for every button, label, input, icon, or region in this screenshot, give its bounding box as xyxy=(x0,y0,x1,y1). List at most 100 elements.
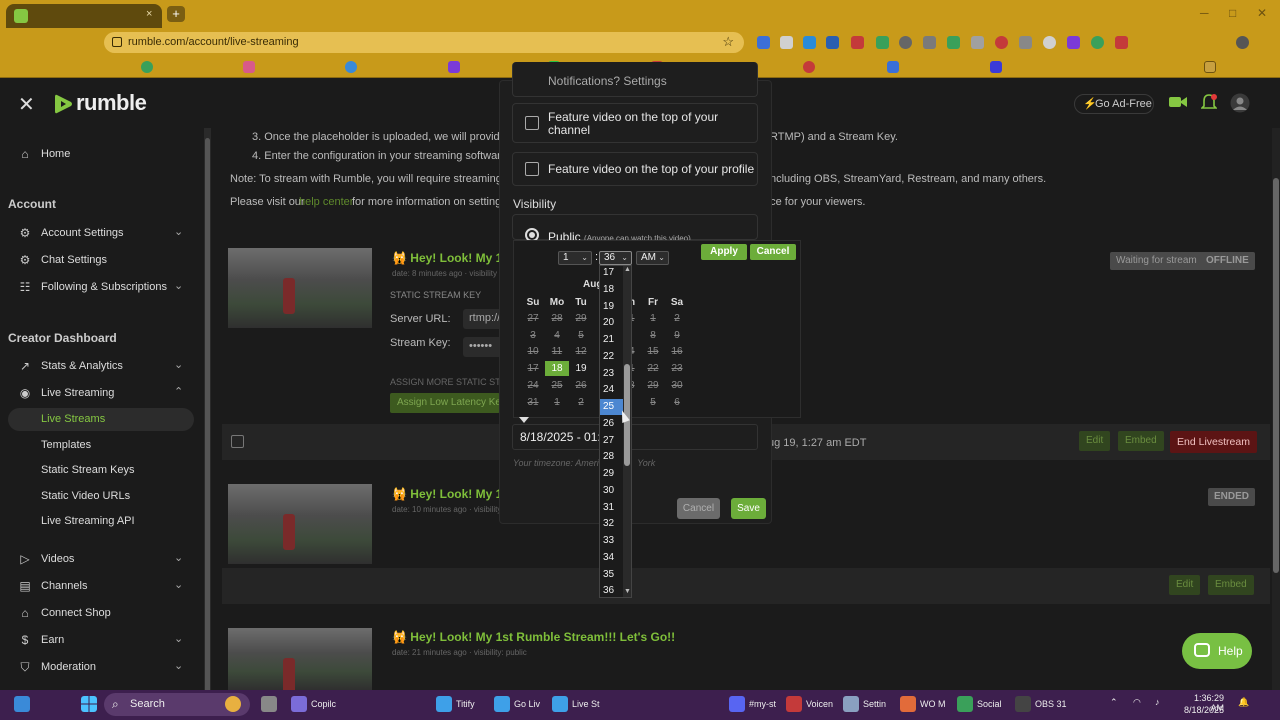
extension-box-icon[interactable] xyxy=(923,36,936,49)
feature-channel-checkbox[interactable] xyxy=(525,116,539,130)
server-url-field[interactable]: rtmp:// xyxy=(463,309,503,329)
new-tab-button[interactable]: + xyxy=(167,6,185,22)
taskbar-app-label[interactable]: Voicen xyxy=(806,699,833,709)
taskbar-app-label[interactable]: Titify xyxy=(456,699,475,709)
feature-profile-option[interactable]: Feature video on the top of your profile xyxy=(512,152,758,186)
task-view-icon[interactable] xyxy=(261,696,277,712)
taskbar-app-icon[interactable] xyxy=(552,696,568,712)
main-scroll-thumb[interactable] xyxy=(1273,178,1279,573)
public-option[interactable]: Public (Anyone can watch this video) xyxy=(512,214,758,244)
modal-save-button[interactable]: Save xyxy=(731,498,766,519)
rumble-logo-icon[interactable] xyxy=(54,93,74,115)
main-scrollbar[interactable] xyxy=(1272,128,1280,690)
stream-thumbnail[interactable] xyxy=(228,628,372,694)
extension-r-icon[interactable] xyxy=(876,36,889,49)
chevron-down-icon[interactable]: ⌄ xyxy=(174,632,183,645)
help-button[interactable]: Help xyxy=(1182,633,1252,669)
minimize-icon[interactable]: ─ xyxy=(1200,6,1209,20)
extension-dot-icon[interactable] xyxy=(1043,36,1056,49)
taskbar-app-label[interactable]: Copilc xyxy=(311,699,336,709)
tray-chevron-icon[interactable]: ⌃ xyxy=(1110,697,1118,708)
notifications-icon[interactable]: 🔔 xyxy=(1238,697,1249,708)
scroll-up-icon[interactable]: ▲ xyxy=(624,266,631,273)
extension-flag-icon[interactable] xyxy=(1115,36,1128,49)
hour-select[interactable]: 1 ⌄ xyxy=(558,251,592,265)
widgets-icon[interactable] xyxy=(14,696,30,712)
chevron-down-icon[interactable]: ⌄ xyxy=(174,659,183,672)
minute-option[interactable]: 19 xyxy=(600,299,624,315)
taskbar-app-icon[interactable] xyxy=(957,696,973,712)
taskbar-app-label[interactable]: WO M xyxy=(920,699,946,709)
extension-green-icon[interactable] xyxy=(1091,36,1104,49)
minute-select[interactable]: 36 ⌄ xyxy=(599,251,632,265)
taskbar-app-label[interactable]: #my-st xyxy=(749,699,776,709)
picker-apply-button[interactable]: Apply xyxy=(701,244,747,260)
calendar-day[interactable]: 19 xyxy=(569,361,593,376)
end-livestream-button[interactable]: End Livestream xyxy=(1170,431,1257,453)
bookmark-1-icon[interactable] xyxy=(141,61,153,73)
minute-option[interactable]: 27 xyxy=(600,433,624,449)
browser-tab[interactable]: × xyxy=(6,4,162,28)
taskbar-app-icon[interactable] xyxy=(729,696,745,712)
window-close-icon[interactable]: ✕ xyxy=(1257,6,1267,20)
taskbar-app-label[interactable]: Settin xyxy=(863,699,886,709)
minute-option[interactable]: 36 xyxy=(600,583,624,599)
stream-key-field[interactable]: •••••• xyxy=(463,337,503,357)
minute-option[interactable]: 22 xyxy=(600,349,624,365)
microphone-icon[interactable]: ♪ xyxy=(1155,697,1160,707)
extension-stack-icon[interactable] xyxy=(851,36,864,49)
tab-close-icon[interactable]: × xyxy=(146,8,152,20)
taskbar-app-label[interactable]: OBS 31 xyxy=(1035,699,1067,709)
chevron-down-icon[interactable]: ⌄ xyxy=(174,225,183,238)
taskbar-app-label[interactable]: Live St xyxy=(572,699,600,709)
bookmarks-folder-icon[interactable] xyxy=(1204,61,1216,73)
bookmark-8-icon[interactable] xyxy=(990,61,1002,73)
extension-record-icon[interactable] xyxy=(995,36,1008,49)
calendar-day-selected[interactable]: 18 xyxy=(545,361,569,377)
minute-option[interactable]: 29 xyxy=(600,466,624,482)
extension-video-icon[interactable] xyxy=(826,36,839,49)
extension-t-icon[interactable] xyxy=(803,36,816,49)
site-info-icon[interactable] xyxy=(112,37,122,47)
taskbar-app-icon[interactable] xyxy=(900,696,916,712)
minute-option[interactable]: 23 xyxy=(600,366,624,382)
feature-channel-option[interactable]: Feature video on the top of your channel xyxy=(512,103,758,143)
taskbar-app-icon[interactable] xyxy=(291,696,307,712)
sidebar-scrollbar[interactable] xyxy=(204,128,211,698)
dropdown-scrollbar[interactable]: ▲ ▼ xyxy=(623,266,631,597)
stream-title[interactable]: 🙀 Hey! Look! My 1s xyxy=(392,487,509,501)
address-bar[interactable]: rumble.com/account/live-streaming ☆ xyxy=(104,32,744,53)
extension-grid-icon[interactable] xyxy=(971,36,984,49)
scroll-down-icon[interactable]: ▼ xyxy=(624,588,631,595)
taskbar-app-icon[interactable] xyxy=(436,696,452,712)
minute-option[interactable]: 28 xyxy=(600,449,624,465)
search-highlight-icon[interactable] xyxy=(225,696,241,712)
taskbar-app-icon[interactable] xyxy=(843,696,859,712)
sidebar-close-icon[interactable]: ✕ xyxy=(18,92,35,117)
rumble-logo-text[interactable]: rumble xyxy=(76,90,147,116)
taskbar-app-icon[interactable] xyxy=(494,696,510,712)
profile-avatar-icon[interactable] xyxy=(1236,36,1249,49)
minute-option[interactable]: 24 xyxy=(600,382,624,398)
maximize-icon[interactable]: □ xyxy=(1229,6,1236,20)
sidebar-item-live-streams[interactable]: Live Streams xyxy=(41,413,105,425)
user-avatar-icon[interactable] xyxy=(1230,93,1250,113)
minute-option[interactable]: 30 xyxy=(600,483,624,499)
stream-select-checkbox[interactable] xyxy=(231,435,244,448)
extension-purple-icon[interactable] xyxy=(1067,36,1080,49)
chevron-down-icon[interactable]: ⌄ xyxy=(174,279,183,292)
chevron-down-icon[interactable]: ⌄ xyxy=(174,551,183,564)
stream-thumbnail[interactable] xyxy=(228,248,372,328)
windows-start-icon[interactable] xyxy=(81,696,97,712)
sidebar-scroll-thumb[interactable] xyxy=(205,138,210,698)
extension-screen-icon[interactable] xyxy=(947,36,960,49)
minute-option[interactable]: 20 xyxy=(600,315,624,331)
minute-option[interactable]: 17 xyxy=(600,265,624,281)
edit-button[interactable]: Edit xyxy=(1169,575,1201,595)
sidebar-item-static-stream-keys[interactable]: Static Stream Keys xyxy=(41,464,135,476)
chevron-down-icon[interactable]: ⌄ xyxy=(174,358,183,371)
bookmark-2-icon[interactable] xyxy=(243,61,255,73)
go-ad-free-button[interactable]: ⚡ Go Ad-Free xyxy=(1074,94,1154,114)
bookmark-7-icon[interactable] xyxy=(887,61,899,73)
modal-cancel-button[interactable]: Cancel xyxy=(677,498,720,519)
